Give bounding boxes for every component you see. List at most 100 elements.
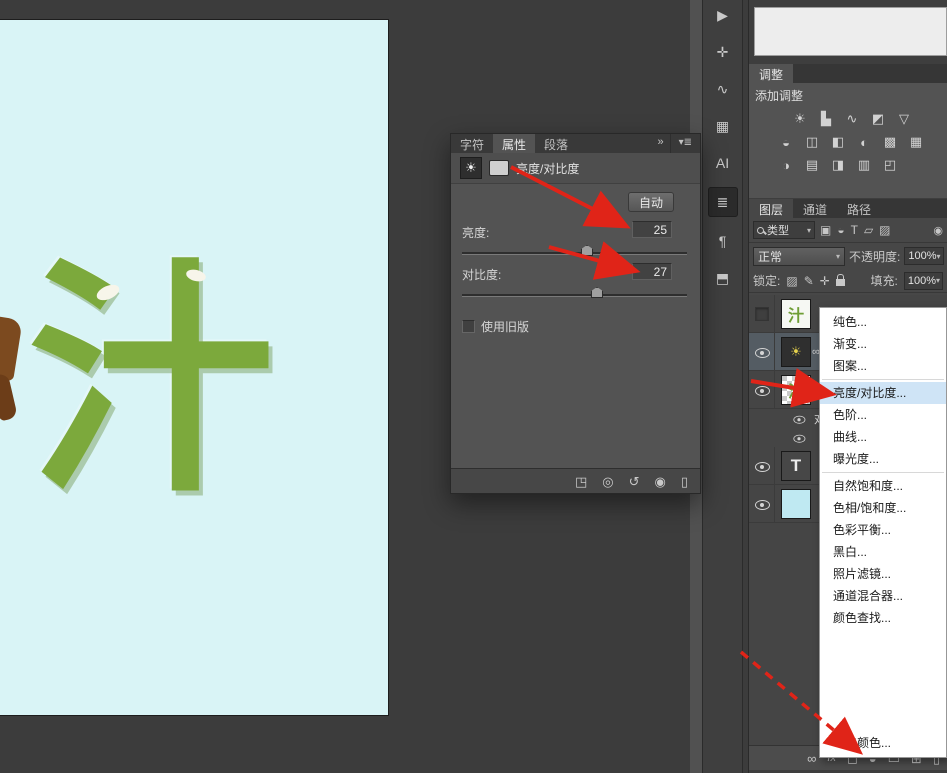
properties-tabs: 字符属性段落 [451, 134, 577, 153]
properties-panel-tab[interactable]: 段落 [535, 134, 577, 153]
layers-panel-tab[interactable]: 路径 [837, 199, 881, 218]
contrast-slider-thumb[interactable] [591, 287, 603, 298]
filter-kind-select[interactable]: 类型 ▾ [753, 221, 815, 239]
menu-item[interactable]: 图案... [820, 355, 946, 377]
lock-all-icon[interactable] [836, 279, 845, 286]
visibility-toggle[interactable] [749, 371, 775, 408]
layer-thumbnail[interactable]: 汁 [781, 299, 811, 329]
menu-item[interactable]: 曝光度... [820, 448, 946, 470]
opacity-input[interactable]: 100% ▾ [904, 247, 943, 265]
collapse-dock-icon[interactable]: ▶ [708, 2, 738, 28]
panel-overflow-icon[interactable]: » [651, 134, 669, 153]
pixel-filter-icon[interactable]: ▣ [820, 224, 831, 236]
menu-item[interactable] [822, 472, 944, 473]
adjustment-header: ☀ 亮度/对比度 [451, 153, 700, 184]
3d-panel-icon[interactable]: ⬒ [708, 265, 738, 291]
photo-filter-icon[interactable]: ◐ [853, 132, 875, 152]
channel-mixer-icon[interactable]: ▩ [879, 132, 901, 152]
shape-filter-icon[interactable]: ▱ [864, 224, 873, 236]
layers-panel-tab[interactable]: 通道 [793, 199, 837, 218]
menu-item[interactable]: 通道混合器... [820, 585, 946, 607]
brightness-slider[interactable] [462, 252, 687, 255]
lock-pixels-icon[interactable]: ✎ [804, 275, 814, 287]
menu-item[interactable]: 可选颜色... [820, 732, 946, 754]
smart-object-filter-icon[interactable]: ▨ [879, 224, 890, 236]
color-lookup-icon[interactable]: ▦ [905, 132, 927, 152]
layer-thumbnail[interactable]: 汁 [781, 375, 811, 405]
lock-position-icon[interactable]: ✛ [820, 275, 830, 287]
filter-switch-icon[interactable]: ◉ [933, 224, 943, 237]
panel-menu-icon[interactable]: ▾≣ [670, 134, 700, 153]
exposure-icon[interactable]: ◩ [867, 109, 889, 129]
layer-thumbnail[interactable]: T [781, 451, 811, 481]
menu-item[interactable]: 色彩平衡... [820, 519, 946, 541]
lock-row: 锁定: ▨ ✎ ✛ 填充: 100% ▾ [749, 269, 947, 293]
menu-item[interactable]: 照片滤镜... [820, 563, 946, 585]
reset-icon[interactable]: ↺ [629, 475, 640, 488]
contrast-slider[interactable] [462, 294, 687, 297]
dock-icon-glyph: ≣ [717, 194, 729, 211]
layers-tab-row: 图层通道路径 [749, 199, 947, 218]
link-layers-icon[interactable]: ∞ [807, 752, 816, 765]
menu-item[interactable]: 曲线... [820, 426, 946, 448]
tab-adjustments[interactable]: 调整 [749, 64, 793, 83]
selective-color-icon[interactable]: ◰ [879, 155, 901, 175]
properties-panel-tab[interactable]: 字符 [451, 134, 493, 153]
blend-mode-select[interactable]: 正常 ▾ [753, 247, 845, 266]
menu-item[interactable]: 渐变... [820, 333, 946, 355]
visibility-toggle[interactable] [749, 333, 775, 370]
menu-item[interactable]: 自然饱和度... [820, 475, 946, 497]
properties-tab-bar: 字符属性段落 » ▾≣ [451, 134, 700, 153]
curves-panel-icon[interactable]: ∿ [708, 76, 738, 102]
menu-item[interactable]: 颜色查找... [820, 607, 946, 629]
glyphs-panel-icon[interactable]: AI [708, 150, 738, 176]
brightness-input[interactable]: 25 [632, 221, 672, 238]
delete-adjustment-icon[interactable]: ▯ [681, 475, 688, 488]
visibility-toggle[interactable] [791, 430, 807, 445]
gradient-map-icon[interactable]: ▥ [853, 155, 875, 175]
thumbnail-glyph: 汁 [788, 302, 804, 326]
menu-item[interactable] [822, 379, 944, 380]
visibility-toggle[interactable] [749, 447, 775, 484]
layer-thumbnail[interactable]: ☀ [781, 337, 811, 367]
fill-input[interactable]: 100% ▾ [904, 272, 943, 290]
menu-item[interactable]: 纯色... [820, 311, 946, 333]
brightness-contrast-icon[interactable]: ☀ [789, 109, 811, 129]
black-white-icon[interactable]: ◧ [827, 132, 849, 152]
curves-icon[interactable]: ∿ [841, 109, 863, 129]
properties-panel-icon[interactable]: ≣ [708, 187, 738, 217]
adjustment-filter-icon[interactable]: ◒ [837, 224, 844, 236]
color-sampler-icon[interactable]: ✛ [708, 39, 738, 65]
properties-panel-tab[interactable]: 属性 [493, 134, 535, 153]
layers-panel-tab[interactable]: 图层 [749, 199, 793, 218]
brightness-slider-thumb[interactable] [581, 245, 593, 256]
color-balance-icon[interactable]: ◫ [801, 132, 823, 152]
contrast-input[interactable]: 27 [632, 263, 672, 280]
toggle-last-state-icon[interactable]: ◎ [602, 475, 613, 488]
menu-item[interactable]: 色阶... [820, 404, 946, 426]
vibrance-icon[interactable]: ▽ [893, 109, 915, 129]
menu-item[interactable]: 黑白... [820, 541, 946, 563]
invert-icon[interactable]: ◑ [775, 155, 797, 175]
visibility-eye-icon[interactable]: ◉ [655, 475, 666, 488]
lock-transparency-icon[interactable]: ▨ [786, 275, 797, 287]
auto-button[interactable]: 自动 [628, 192, 674, 212]
type-filter-icon[interactable]: T [851, 224, 858, 236]
clip-to-layer-icon[interactable]: ◳ [575, 475, 587, 488]
paragraph-panel-icon[interactable]: ¶ [708, 228, 738, 254]
histogram-panel-icon[interactable]: ▦ [708, 113, 738, 139]
hue-saturation-icon[interactable]: ◒ [775, 132, 797, 152]
document-canvas[interactable]: 汁 [0, 20, 388, 715]
layer-thumbnail[interactable] [781, 489, 811, 519]
posterize-icon[interactable]: ▤ [801, 155, 823, 175]
visibility-toggle[interactable] [791, 411, 807, 426]
use-legacy-checkbox[interactable] [462, 320, 475, 333]
menu-item[interactable]: 色相/饱和度... [820, 497, 946, 519]
menu-item[interactable] [820, 629, 946, 732]
menu-item[interactable]: 亮度/对比度... [820, 382, 946, 404]
visibility-toggle[interactable] [749, 295, 775, 332]
eye-icon [755, 497, 769, 511]
threshold-icon[interactable]: ◨ [827, 155, 849, 175]
visibility-toggle[interactable] [749, 485, 775, 522]
levels-icon[interactable]: ▙ [815, 109, 837, 129]
